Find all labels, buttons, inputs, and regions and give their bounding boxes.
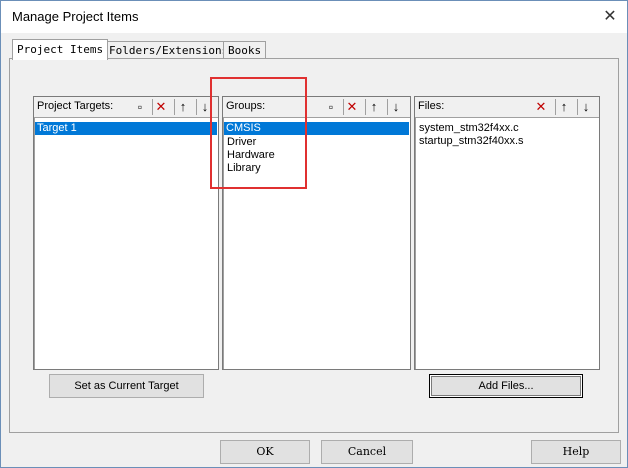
new-target-icon[interactable]: ▫ xyxy=(132,99,148,115)
file-item-system[interactable]: system_stm32f4xx.c xyxy=(417,122,521,135)
set-as-current-target-button[interactable]: Set as Current Target xyxy=(49,374,204,398)
title-bar: Manage Project Items ✕ xyxy=(1,1,627,33)
cancel-button[interactable]: Cancel xyxy=(321,440,413,464)
window-title: Manage Project Items xyxy=(12,9,139,24)
files-label: Files: xyxy=(418,100,445,112)
target-item-target-1[interactable]: Target 1 xyxy=(35,122,217,135)
files-header: Files: ✕ ↑ ↓ xyxy=(415,97,599,118)
move-down-file-icon[interactable]: ↓ xyxy=(577,99,594,115)
tab-project-items[interactable]: Project Items xyxy=(12,39,109,60)
new-group-icon[interactable]: ▫ xyxy=(323,99,339,115)
delete-group-icon[interactable]: ✕ xyxy=(343,99,360,115)
move-up-target-icon[interactable]: ↑ xyxy=(174,99,191,115)
file-item-startup[interactable]: startup_stm32f40xx.s xyxy=(417,135,526,148)
ok-button[interactable]: OK xyxy=(220,440,310,464)
manage-project-items-dialog: Manage Project Items ✕ Project Items Fol… xyxy=(0,0,628,468)
project-targets-list[interactable]: Project Targets: ▫ ✕ ↑ ↓ Target 1 xyxy=(33,96,219,370)
project-targets-header: Project Targets: ▫ ✕ ↑ ↓ xyxy=(34,97,218,118)
move-up-group-icon[interactable]: ↑ xyxy=(365,99,382,115)
close-icon[interactable]: ✕ xyxy=(599,6,621,28)
add-files-button[interactable]: Add Files... xyxy=(429,374,583,398)
delete-file-icon[interactable]: ✕ xyxy=(533,99,549,115)
help-button[interactable]: Help xyxy=(531,440,621,464)
delete-target-icon[interactable]: ✕ xyxy=(152,99,169,115)
files-list[interactable]: Files: ✕ ↑ ↓ system_stm32f4xx.c startup_… xyxy=(414,96,600,370)
highlight-box xyxy=(210,77,307,189)
move-up-file-icon[interactable]: ↑ xyxy=(555,99,572,115)
move-down-group-icon[interactable]: ↓ xyxy=(387,99,404,115)
project-targets-label: Project Targets: xyxy=(37,100,114,112)
